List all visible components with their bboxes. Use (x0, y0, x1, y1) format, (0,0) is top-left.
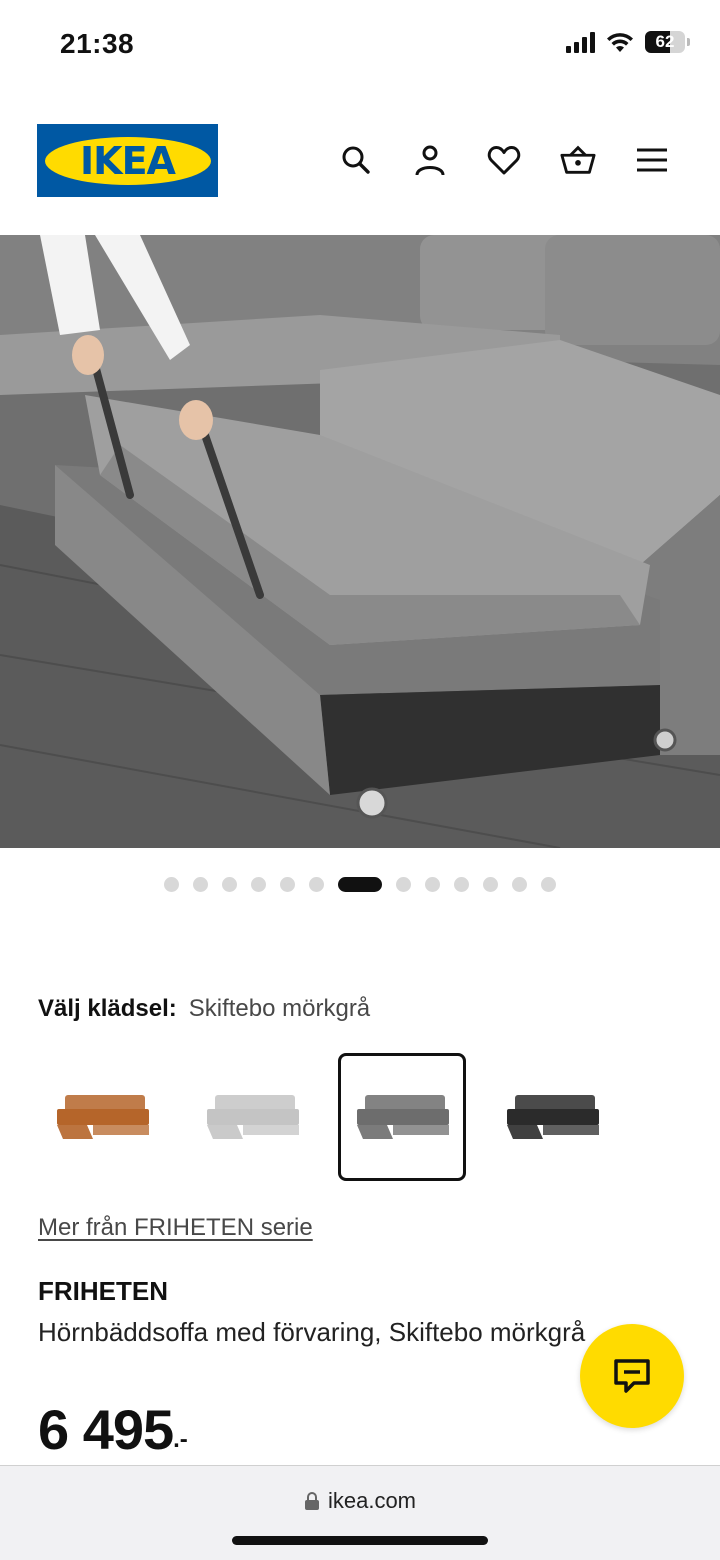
chat-icon (614, 1359, 650, 1393)
carousel-dot[interactable] (251, 877, 266, 892)
url-text: ikea.com (327, 1488, 417, 1513)
carousel-dot[interactable] (280, 877, 295, 892)
carousel-dot[interactable] (193, 877, 208, 892)
product-price: 6 495 .- (38, 1398, 188, 1462)
sofa-thumbnail (207, 1095, 299, 1139)
upholstery-value: Skiftebo mörkgrå (188, 995, 371, 1022)
profile-icon[interactable] (412, 142, 448, 178)
home-indicator[interactable] (232, 1536, 488, 1545)
carousel-dot[interactable] (396, 877, 411, 892)
upholstery-option-3[interactable] (338, 1053, 466, 1181)
sofa-thumbnail (357, 1095, 449, 1139)
carousel-dot[interactable] (164, 877, 179, 892)
carousel-dot-active[interactable] (338, 877, 382, 892)
upholstery-swatches (38, 1053, 616, 1181)
ikea-logo[interactable]: IKEA (37, 124, 218, 197)
carousel-dot[interactable] (309, 877, 324, 892)
status-icons: 62 (566, 31, 690, 53)
upholstery-selector-header: Välj klädsel: Skiftebo mörkgrå (38, 995, 370, 1023)
search-icon[interactable] (338, 142, 374, 178)
logo-text: IKEA (80, 138, 176, 183)
upholstery-option-2[interactable] (188, 1053, 316, 1181)
price-suffix: .- (173, 1426, 188, 1453)
menu-icon[interactable] (634, 142, 670, 178)
carousel-dot[interactable] (541, 877, 556, 892)
battery-icon: 62 (645, 31, 690, 53)
status-bar: 21:38 62 (0, 0, 720, 92)
lock-icon (304, 1492, 319, 1510)
cellular-signal-icon (566, 31, 595, 53)
header-actions (338, 142, 670, 178)
sofa-thumbnail (57, 1095, 149, 1139)
carousel-dot[interactable] (512, 877, 527, 892)
sofa-thumbnail (507, 1095, 599, 1139)
upholstery-option-4[interactable] (488, 1053, 616, 1181)
series-link[interactable]: Mer från FRIHETEN serie (38, 1214, 313, 1242)
price-value: 6 495 (38, 1398, 174, 1461)
product-image[interactable] (0, 235, 720, 848)
url-field[interactable]: ikea.com (0, 1488, 720, 1514)
heart-icon[interactable] (486, 142, 522, 178)
upholstery-option-1[interactable] (38, 1053, 166, 1181)
carousel-dot[interactable] (483, 877, 498, 892)
wifi-icon (607, 33, 633, 52)
status-time: 21:38 (60, 28, 135, 59)
cart-icon[interactable] (560, 142, 596, 178)
site-header: IKEA (0, 118, 720, 208)
carousel-dot[interactable] (454, 877, 469, 892)
upholstery-label: Välj klädsel: (38, 995, 177, 1022)
battery-level: 62 (655, 32, 675, 51)
product-name: FRIHETEN (38, 1276, 168, 1306)
carousel-dot[interactable] (222, 877, 237, 892)
chat-button[interactable] (580, 1324, 684, 1428)
carousel-dots (0, 877, 720, 892)
product-description: Hörnbäddsoffa med förvaring, Skiftebo mö… (38, 1317, 586, 1347)
browser-address-bar: ikea.com (0, 1465, 720, 1560)
carousel-dot[interactable] (425, 877, 440, 892)
